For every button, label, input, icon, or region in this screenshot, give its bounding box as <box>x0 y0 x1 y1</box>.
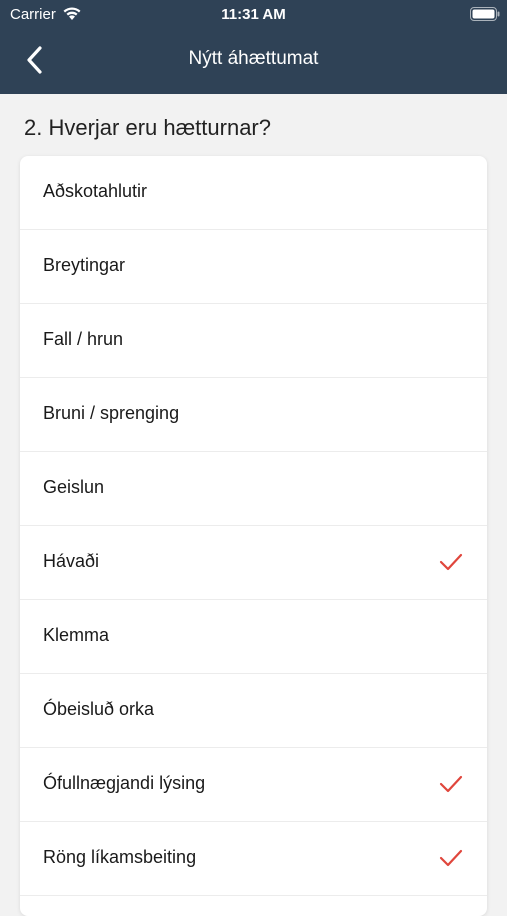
checkmark-icon <box>439 775 463 793</box>
hazard-row[interactable]: Röng líkamsbeiting <box>20 822 487 896</box>
checkmark-icon <box>439 553 463 571</box>
hazard-row[interactable]: Bruni / sprenging <box>20 378 487 452</box>
hazard-label: Ófullnægjandi lýsing <box>43 773 206 793</box>
hazard-row[interactable]: Klemma <box>20 600 487 674</box>
hazard-row[interactable]: Geislun <box>20 452 487 526</box>
hazard-row[interactable]: Aðskotahlutir <box>20 156 487 230</box>
hazard-label: Klemma <box>43 625 110 645</box>
battery-icon <box>470 7 500 21</box>
navigation-bar: Nýtt áhættumat <box>0 28 507 94</box>
status-time: 11:31 AM <box>221 6 286 23</box>
hazard-label: Röng líkamsbeiting <box>43 847 197 867</box>
question-heading: 2. Hverjar eru hætturnar? <box>24 115 271 140</box>
hazard-row[interactable]: Breytingar <box>20 230 487 304</box>
header-bar: Carrier 11:31 AM Nýtt áhættumat <box>0 0 507 94</box>
hazard-label: Bruni / sprenging <box>43 403 180 423</box>
hazard-row[interactable]: Ófullnægjandi lýsing <box>20 748 487 822</box>
hazard-label: Breytingar <box>43 255 126 275</box>
hazard-row[interactable]: Óbeisluð orka <box>20 674 487 748</box>
hazard-label: Geislun <box>43 477 105 497</box>
hazard-row[interactable]: Hávaði <box>20 526 487 600</box>
hazard-label: Aðskotahlutir <box>43 181 148 201</box>
hazard-row[interactable]: Fall / hrun <box>20 304 487 378</box>
status-bar: Carrier 11:31 AM <box>0 0 507 28</box>
hazard-label: Fall / hrun <box>43 329 124 349</box>
hazard-label: Hávaði <box>43 551 100 571</box>
page-title: Nýtt áhættumat <box>188 48 319 69</box>
checkmark-icon <box>439 849 463 867</box>
hazard-list: Aðskotahlutir Breytingar Fall / hrun Bruni … <box>20 156 487 916</box>
hazard-label: Óbeisluð orka <box>43 699 155 719</box>
